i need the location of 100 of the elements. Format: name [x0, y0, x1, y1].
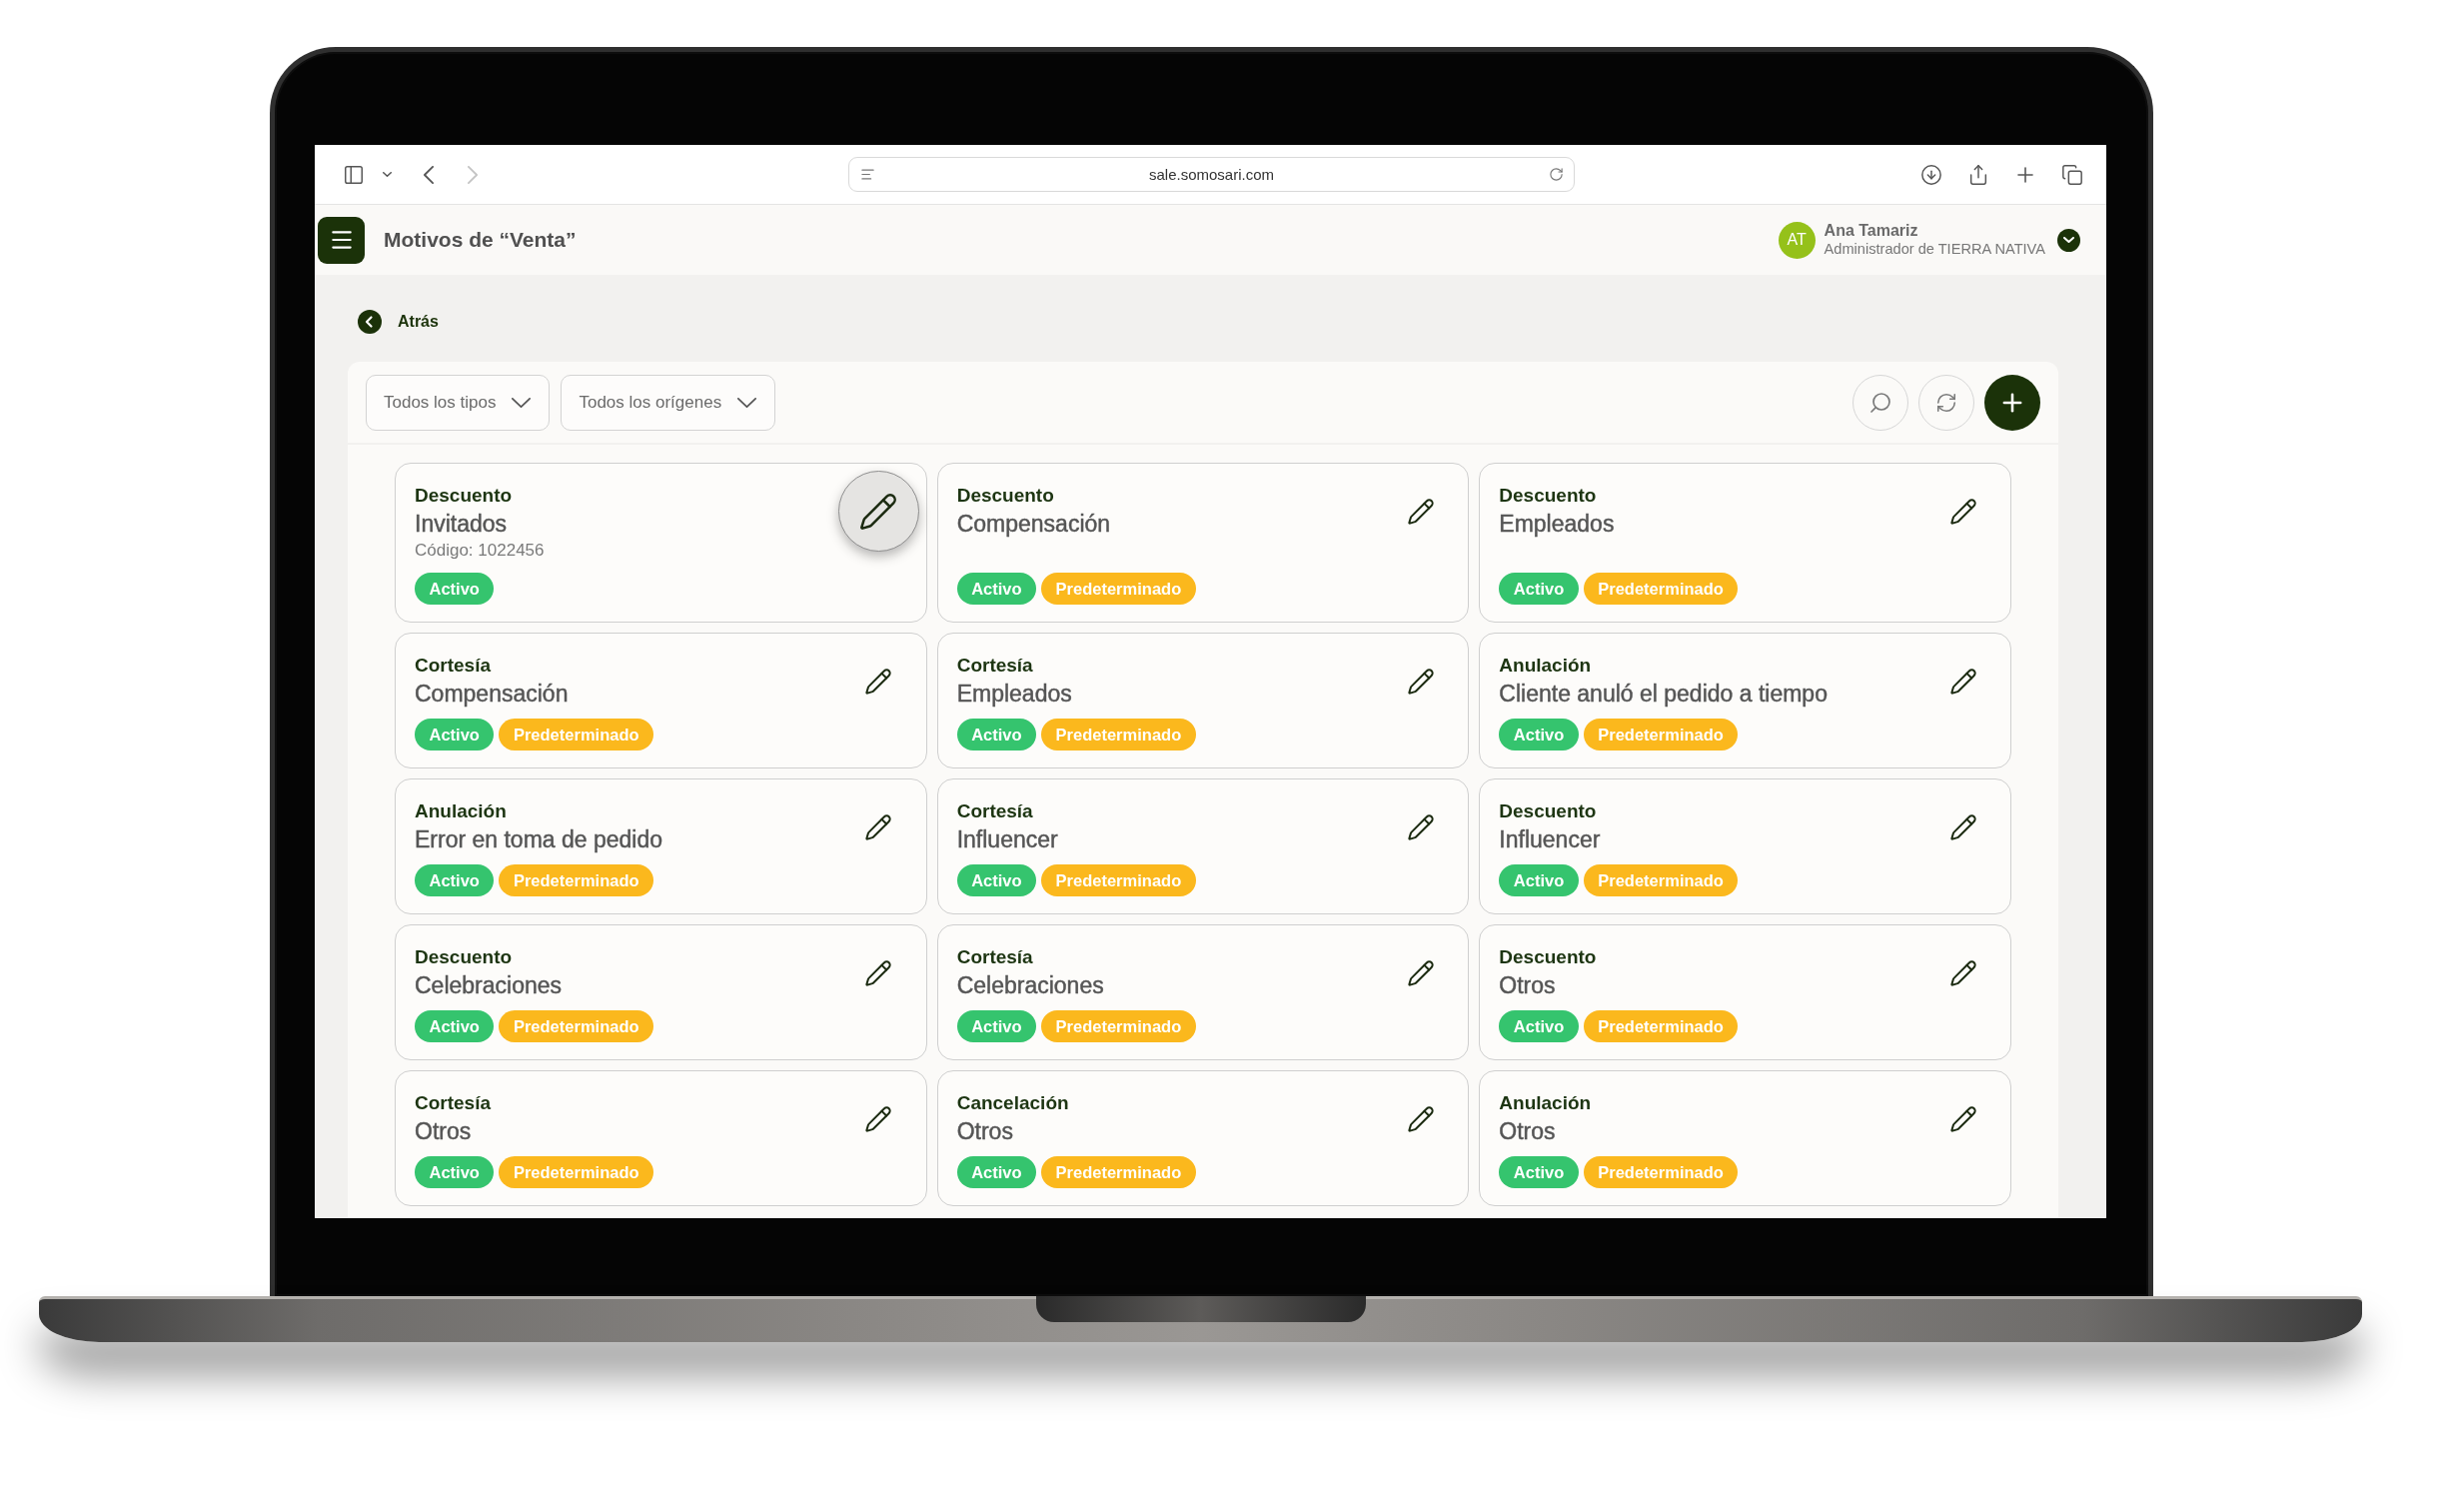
- status-badge: Activo: [415, 1156, 495, 1188]
- pencil-icon: [1948, 667, 1977, 696]
- address-bar[interactable]: sale.somosari.com: [848, 157, 1575, 192]
- pencil-icon: [1406, 667, 1435, 696]
- default-badge: Predeterminado: [499, 1010, 654, 1042]
- reason-code: Código: 1022456: [415, 540, 546, 562]
- page-title: Motivos de “Venta”: [384, 228, 577, 252]
- filter-dropdown[interactable]: Todos los tipos: [366, 374, 551, 431]
- pencil-icon: [1948, 812, 1977, 841]
- reason-type: Descuento: [1499, 945, 1598, 969]
- reason-name: Empleados: [1499, 510, 1616, 538]
- refresh-icon: [1935, 391, 1957, 414]
- reason-name: Celebraciones: [415, 971, 564, 999]
- chevron-down-icon: [512, 397, 532, 408]
- reason-name: Compensación: [956, 510, 1112, 538]
- default-badge: Predeterminado: [1041, 719, 1196, 751]
- back-icon: [424, 165, 434, 184]
- tabs-icon: [2061, 163, 2083, 186]
- pencil-icon: [858, 491, 899, 532]
- back-link[interactable]: Atrás: [358, 310, 439, 334]
- reason-type: Descuento: [415, 945, 514, 969]
- user-role: Administrador de TIERRA NATIVA: [1824, 240, 2045, 259]
- status-badge: Activo: [956, 573, 1037, 605]
- reason-name: Cliente anuló el pedido a tiempo: [1499, 680, 1829, 708]
- pencil-icon: [1406, 812, 1435, 841]
- reason-name: Otros: [956, 1117, 1014, 1145]
- pencil-icon: [1406, 1104, 1435, 1133]
- reason-type: Descuento: [1499, 799, 1598, 823]
- reason-type: Descuento: [956, 484, 1055, 508]
- user-avatar: AT: [1778, 221, 1816, 259]
- pencil-icon: [864, 812, 893, 841]
- default-badge: Predeterminado: [499, 719, 654, 751]
- filter-dropdown[interactable]: Todos los orígenes: [561, 374, 776, 431]
- reason-name: Otros: [1499, 1117, 1557, 1145]
- reason-type: Anulación: [1499, 1091, 1593, 1115]
- reason-name: Influencer: [1499, 825, 1602, 853]
- default-badge: Predeterminado: [1041, 864, 1196, 896]
- reason-type: Cortesía: [956, 799, 1034, 823]
- edit-button[interactable]: [837, 471, 919, 552]
- pencil-icon: [1948, 1104, 1977, 1133]
- status-badge: Activo: [956, 864, 1037, 896]
- menu-button[interactable]: [318, 216, 365, 264]
- default-badge: Predeterminado: [1583, 1010, 1739, 1042]
- status-badge: Activo: [1499, 719, 1579, 751]
- default-badge: Predeterminado: [499, 864, 654, 896]
- reason-name: Compensación: [415, 680, 570, 708]
- default-badge: Predeterminado: [1583, 573, 1739, 605]
- default-badge: Predeterminado: [1041, 1010, 1196, 1042]
- status-badge: Activo: [415, 573, 495, 605]
- status-badge: Activo: [1499, 1156, 1579, 1188]
- reason-type: Cortesía: [415, 1091, 493, 1115]
- account-menu-button[interactable]: [2057, 228, 2080, 252]
- reason-type: Cancelación: [956, 1091, 1070, 1115]
- page-lines-icon: [859, 167, 875, 182]
- download-icon: [1920, 163, 1942, 186]
- reason-type: Descuento: [415, 484, 514, 508]
- default-badge: Predeterminado: [499, 1156, 654, 1188]
- default-badge: Predeterminado: [1041, 1156, 1196, 1188]
- pencil-icon: [1406, 958, 1435, 987]
- reason-name: Otros: [1499, 971, 1557, 999]
- default-badge: Predeterminado: [1583, 864, 1739, 896]
- default-badge: Predeterminado: [1041, 573, 1196, 605]
- reason-name: Celebraciones: [956, 971, 1105, 999]
- status-badge: Activo: [415, 1010, 495, 1042]
- chevron-down-icon: [2063, 237, 2074, 243]
- reload-icon[interactable]: [1548, 167, 1564, 182]
- reason-type: Anulación: [415, 799, 508, 823]
- pencil-icon: [864, 958, 893, 987]
- reason-type: Cortesía: [956, 945, 1034, 969]
- reason-type: Anulación: [1499, 654, 1593, 678]
- search-icon: [1868, 390, 1892, 415]
- pencil-icon: [1948, 958, 1977, 987]
- status-badge: Activo: [415, 864, 495, 896]
- reason-type: Cortesía: [956, 654, 1034, 678]
- forward-icon: [468, 165, 478, 184]
- status-badge: Activo: [1499, 864, 1579, 896]
- status-badge: Activo: [415, 719, 495, 751]
- reason-type: Cortesía: [415, 654, 493, 678]
- pencil-icon: [1948, 497, 1977, 526]
- status-badge: Activo: [1499, 573, 1579, 605]
- reason-name: Influencer: [956, 825, 1059, 853]
- status-badge: Activo: [956, 1156, 1037, 1188]
- sidebar-icon: [343, 163, 365, 186]
- reason-name: Empleados: [956, 680, 1073, 708]
- reason-name: Otros: [415, 1117, 473, 1145]
- reason-name: Invitados: [415, 510, 509, 538]
- pencil-icon: [1406, 497, 1435, 526]
- pencil-icon: [864, 1104, 893, 1133]
- user-name: Ana Tamariz: [1824, 221, 1919, 240]
- status-badge: Activo: [956, 1010, 1037, 1042]
- status-badge: Activo: [956, 719, 1037, 751]
- default-badge: Predeterminado: [1583, 719, 1739, 751]
- chevron-down-icon: [382, 172, 392, 177]
- reason-type: Descuento: [1499, 484, 1598, 508]
- chevron-down-icon: [737, 397, 757, 408]
- status-badge: Activo: [1499, 1010, 1579, 1042]
- reason-name: Error en toma de pedido: [415, 825, 664, 853]
- share-icon: [1967, 163, 1989, 186]
- default-badge: Predeterminado: [1583, 1156, 1739, 1188]
- pencil-icon: [864, 667, 893, 696]
